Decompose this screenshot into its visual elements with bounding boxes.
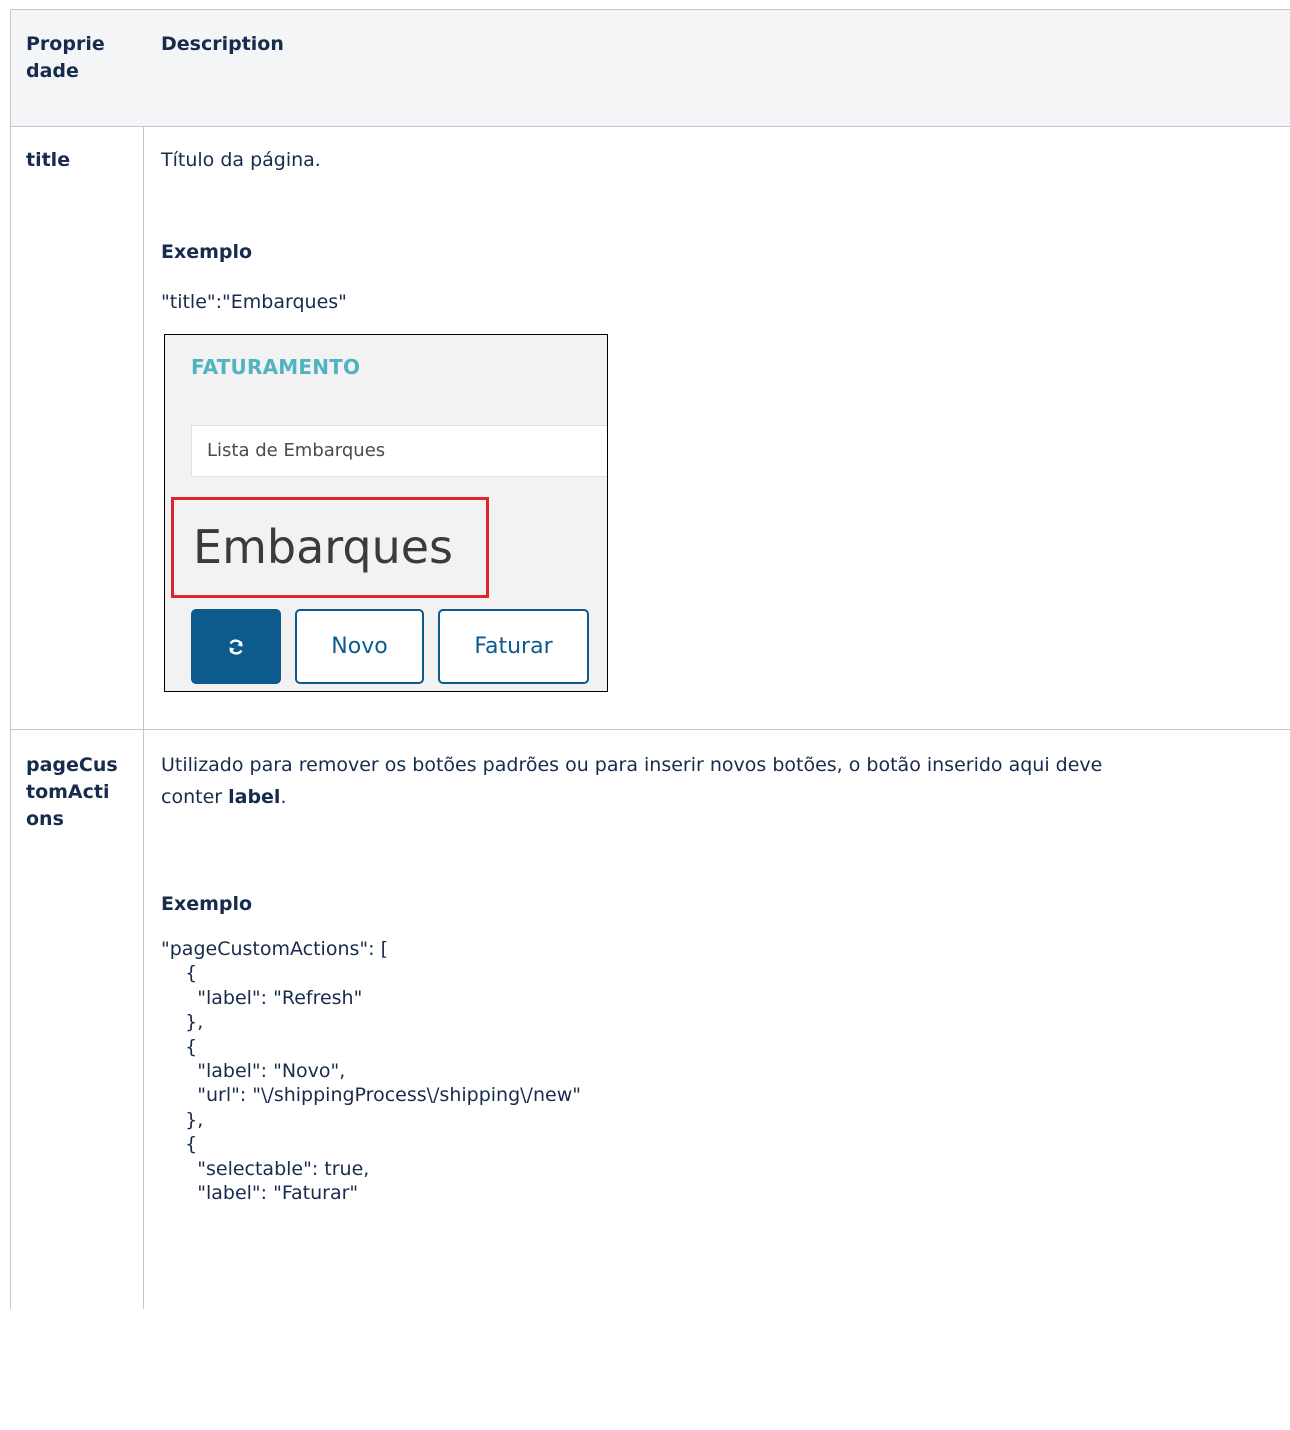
code-line: "pageCustomActions": [ [161,938,388,960]
table-row: title Título da página. Exemplo "title":… [11,127,1290,730]
property-description-line2: conter label. [161,784,287,811]
code-line: }, [161,1108,204,1131]
header-description: Description [161,33,284,55]
description-bold-label: label [228,786,281,808]
code-line: "selectable": true, [161,1157,370,1180]
example-screenshot: FATURAMENTO Lista de Embarques Embarques… [164,334,608,692]
faturar-button[interactable]: Faturar [438,609,589,684]
example-code-block: "pageCustomActions": [ { "label": "Refre… [161,937,581,1205]
property-description: Título da página. [161,149,321,171]
example-heading: Exemplo [161,241,253,263]
code-line: "url": "\/shippingProcess\/shipping\/new… [161,1084,581,1107]
table-header-row: Proprie dade Description [11,10,1290,127]
refresh-icon [226,637,246,657]
section-title: FATURAMENTO [191,355,361,379]
properties-table: Proprie dade Description title Título da… [10,9,1290,1309]
highlight-box [171,497,489,598]
example-heading: Exemplo [161,893,253,915]
code-line: "label": "Refresh" [161,986,363,1009]
example-code: "title":"Embarques" [161,291,347,313]
novo-button[interactable]: Novo [295,609,424,684]
breadcrumb-text: Lista de Embarques [207,440,386,461]
code-line: { [161,962,198,985]
refresh-button[interactable] [191,609,281,684]
breadcrumb: Lista de Embarques [191,425,607,477]
description-text: conter [161,786,229,808]
property-name: pageCus tomActi ons [26,754,118,830]
code-line: }, [161,1011,204,1034]
code-line: { [161,1035,198,1058]
code-line: "label": "Novo", [161,1060,346,1083]
code-line: { [161,1133,198,1156]
header-property: Proprie dade [26,33,105,82]
property-name: title [26,149,71,171]
code-line: "label": "Faturar" [161,1182,359,1205]
property-description-line1: Utilizado para remover os botões padrões… [161,754,1103,776]
description-period: . [280,786,287,808]
table-row: pageCus tomActi ons Utilizado para remov… [11,730,1290,1430]
